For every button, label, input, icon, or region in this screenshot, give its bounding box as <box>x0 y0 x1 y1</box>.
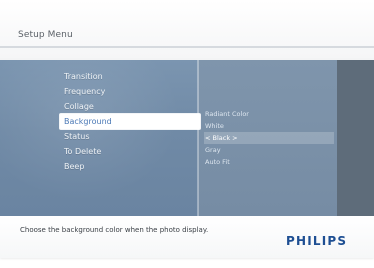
option-auto-fit[interactable]: Auto Fit <box>204 156 334 168</box>
title-divider <box>0 46 374 48</box>
menu-item-beep[interactable]: Beep <box>60 159 200 174</box>
option-gray[interactable]: Gray <box>204 144 334 156</box>
philips-logo: PHILIPS <box>286 234 348 248</box>
help-text: Choose the background color when the pho… <box>20 226 209 234</box>
title-bar: Setup Menu <box>0 0 374 58</box>
page-title: Setup Menu <box>18 30 73 40</box>
option-radiant-color[interactable]: Radiant Color <box>204 108 334 120</box>
setup-screen: Setup Menu Transition Frequency Collage … <box>0 0 374 258</box>
menu-area: Transition Frequency Collage Background … <box>0 60 374 216</box>
preview-pane <box>337 60 374 216</box>
setup-menu-list: Transition Frequency Collage Background … <box>60 69 200 174</box>
option-black[interactable]: < Black > <box>204 132 334 144</box>
menu-item-to-delete[interactable]: To Delete <box>60 144 200 159</box>
option-white[interactable]: White <box>204 120 334 132</box>
menu-item-status[interactable]: Status <box>60 129 200 144</box>
footer-bar: Choose the background color when the pho… <box>0 216 374 258</box>
menu-item-background[interactable]: Background <box>60 114 200 129</box>
menu-item-frequency[interactable]: Frequency <box>60 84 200 99</box>
background-options-list: Radiant Color White < Black > Gray Auto … <box>204 108 334 168</box>
menu-item-transition[interactable]: Transition <box>60 69 200 84</box>
menu-item-collage[interactable]: Collage <box>60 99 200 114</box>
photo-frame-screen: Setup Menu Transition Frequency Collage … <box>0 0 374 268</box>
